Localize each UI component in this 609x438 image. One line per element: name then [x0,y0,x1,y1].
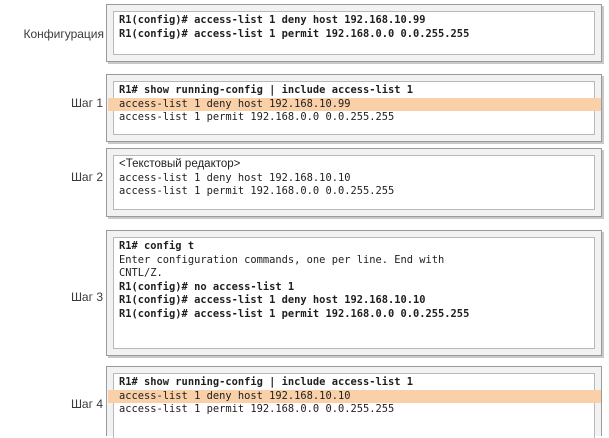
terminal-line: R1# show running-config | include access… [119,84,414,96]
terminal-line: R1(config)# access-list 1 deny host 192.… [119,294,426,306]
terminal-line: R1(config)# access-list 1 deny host 192.… [119,14,426,26]
step-2-panel: <Текстовый редактор> access-list 1 deny … [106,148,602,217]
row-label-step-4: Шаг 4 [70,397,103,411]
highlighted-line: access-list 1 deny host 192.168.10.10 [108,389,601,403]
row-label-step-3: Шаг 3 [70,290,103,304]
terminal-line: access-list 1 permit 192.168.0.0 0.0.255… [119,403,395,415]
row-label-step-2: Шаг 2 [70,170,103,184]
config-panel: R1(config)# access-list 1 deny host 192.… [106,4,602,62]
terminal-line: access-list 1 permit 192.168.0.0 0.0.255… [119,111,395,123]
terminal-line: R1(config)# access-list 1 permit 192.168… [119,307,470,320]
step-1-terminal: R1# show running-config | include access… [108,81,601,135]
terminal-line: R1(config)# access-list 1 permit 192.168… [119,27,470,40]
terminal-line: <Текстовый редактор> [119,158,241,170]
step-3-panel: R1# config t Enter configuration command… [106,230,602,356]
terminal-line: access-list 1 deny host 192.168.10.10 [119,171,351,184]
highlighted-line: access-list 1 deny host 192.168.10.99 [108,97,601,111]
terminal-line: R1# show running-config | include access… [119,376,414,388]
terminal-line: access-list 1 permit 192.168.0.0 0.0.255… [119,185,395,197]
row-label-config: Конфигурация [23,27,104,41]
step-3-terminal: R1# config t Enter configuration command… [113,237,595,349]
terminal-line: R1(config)# no access-list 1 [119,280,295,293]
terminal-line: Enter configuration commands, one per li… [119,253,445,266]
terminal-line: CNTL/Z. [119,267,163,279]
step-2-terminal: <Текстовый редактор> access-list 1 deny … [113,155,595,210]
step-4-panel: R1# show running-config | include access… [106,366,602,438]
row-label-step-1: Шаг 1 [70,96,103,110]
step-1-panel: R1# show running-config | include access… [106,74,602,142]
terminal-line: R1# config t [119,240,195,252]
step-4-terminal: R1# show running-config | include access… [108,373,601,438]
config-terminal: R1(config)# access-list 1 deny host 192.… [113,11,595,55]
